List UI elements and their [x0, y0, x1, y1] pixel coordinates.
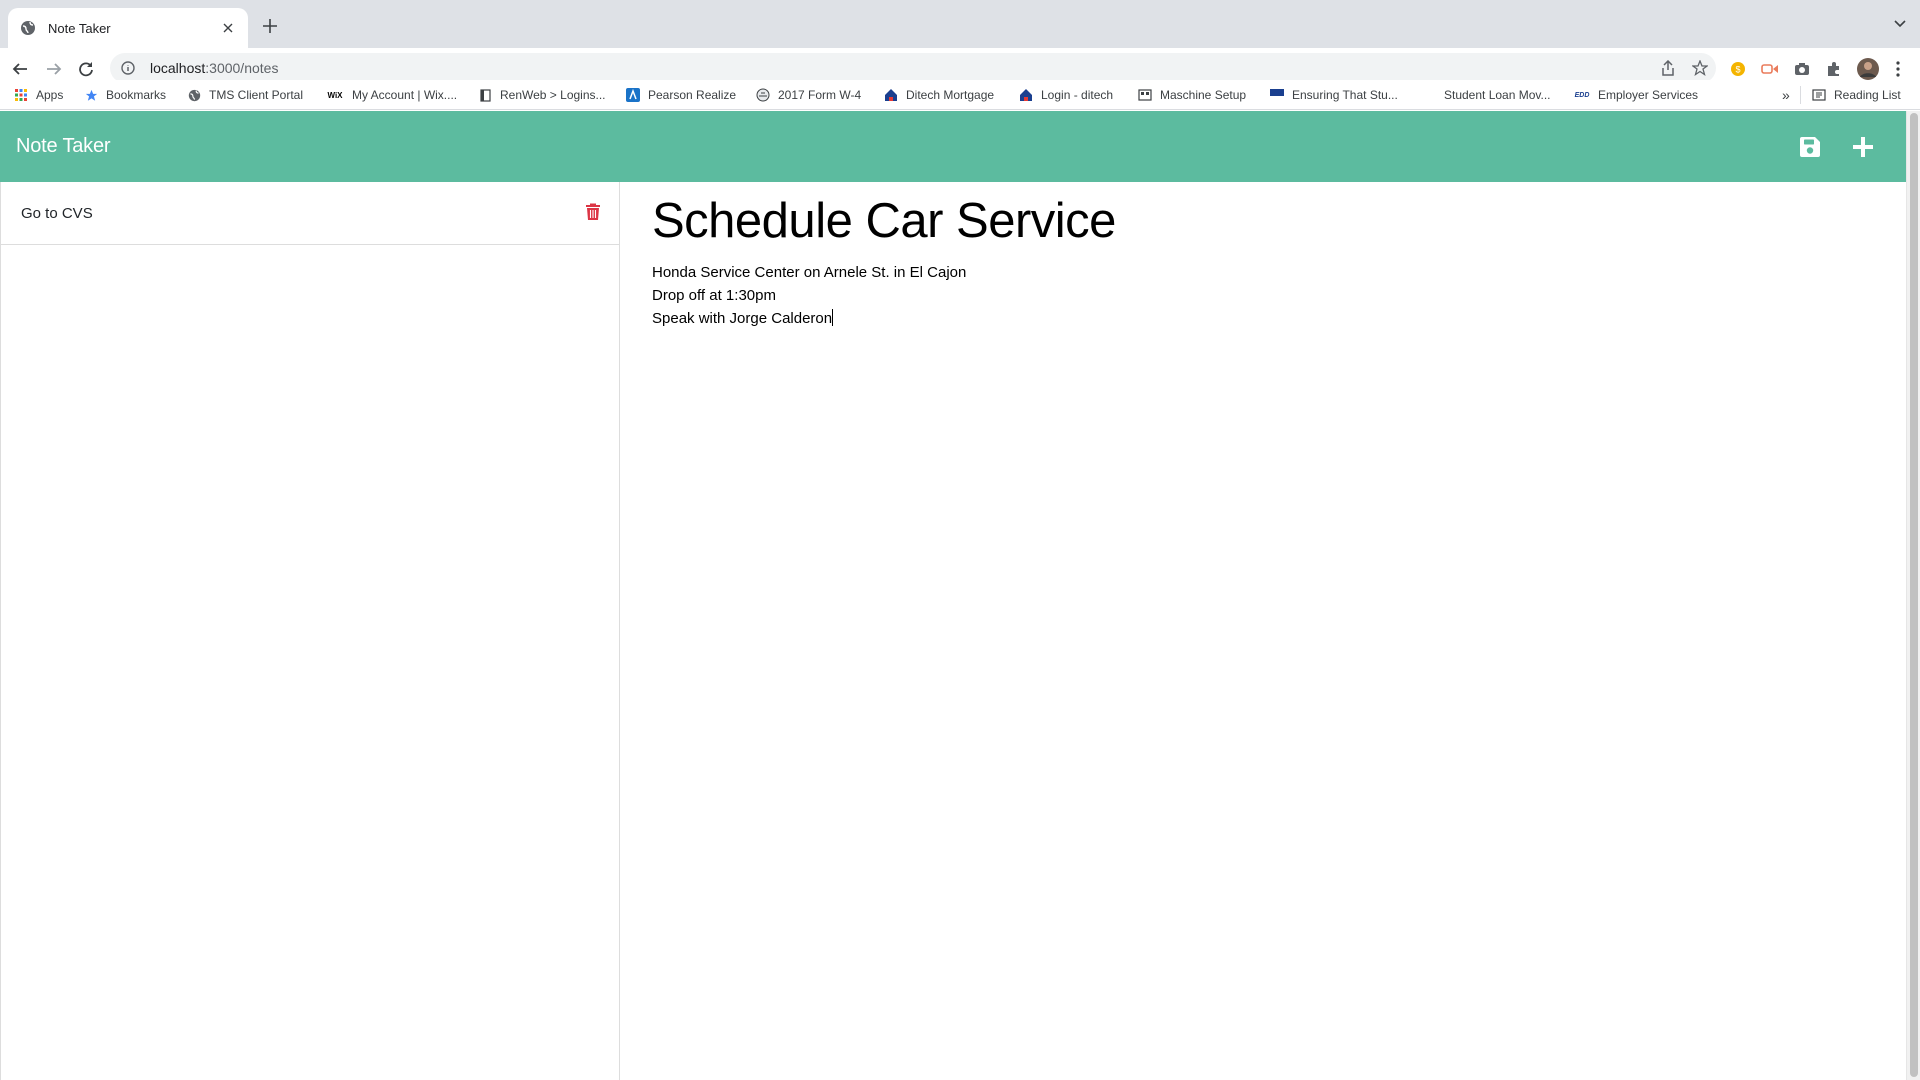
extension-video-icon[interactable] — [1760, 59, 1780, 79]
share-icon[interactable] — [1658, 58, 1678, 78]
star-icon — [84, 88, 98, 102]
camera-icon[interactable] — [1792, 59, 1812, 79]
bookmark-label: Student Loan Mov... — [1444, 88, 1551, 102]
close-tab-icon[interactable] — [218, 18, 238, 38]
note-textarea[interactable]: Honda Service Center on Arnele St. in El… — [652, 261, 1852, 330]
tab-title: Note Taker — [48, 20, 111, 36]
trash-icon — [585, 202, 601, 221]
bookmark-label: Bookmarks — [106, 88, 167, 102]
bookmark-bookmarks[interactable]: Bookmarks — [84, 86, 166, 104]
reload-icon[interactable] — [74, 57, 98, 81]
new-tab-icon[interactable] — [258, 14, 282, 38]
browser-tab[interactable]: Note Taker — [8, 8, 248, 48]
bookmark-label: Maschine Setup — [1160, 88, 1247, 102]
bookmark-renweb[interactable]: RenWeb > Logins... — [478, 86, 606, 104]
forward-arrow-icon[interactable] — [42, 57, 66, 81]
url-text: localhost:3000/notes — [150, 60, 278, 76]
bookmark-label: Apps — [36, 88, 64, 102]
bookmark-label: 2017 Form W-4 — [778, 88, 862, 102]
bookmark-pearson-realize[interactable]: Pearson Realize — [626, 86, 736, 104]
app-title[interactable]: Note Taker — [16, 135, 111, 158]
reading-list-icon — [1812, 88, 1826, 102]
bookmark-ensuring[interactable]: Ensuring That Stu... — [1270, 86, 1398, 104]
page-scrollbar[interactable] — [1906, 111, 1920, 1080]
bookmark-apps[interactable]: Apps — [14, 86, 63, 104]
bookmark-label: Ditech Mortgage — [906, 88, 995, 102]
apps-grid-icon — [14, 88, 28, 102]
bookmark-label: My Account | Wix.... — [352, 88, 458, 102]
browser-menu-icon[interactable] — [1888, 59, 1908, 79]
extensions-puzzle-icon[interactable] — [1824, 59, 1844, 79]
bookmark-student-loan[interactable]: Student Loan Mov... — [1422, 86, 1551, 104]
bookmark-maschine-setup[interactable]: Maschine Setup — [1138, 86, 1246, 104]
save-icon — [1799, 136, 1821, 158]
reading-list-label: Reading List — [1834, 88, 1901, 102]
bookmark-employer-services[interactable]: EDD Employer Services — [1574, 86, 1698, 104]
bookmark-star-icon[interactable] — [1690, 58, 1710, 78]
bookmarks-divider — [1800, 86, 1801, 104]
note-text-line: Honda Service Center on Arnele St. in El… — [652, 264, 967, 281]
flag-icon — [1270, 88, 1284, 102]
blank-icon — [1422, 88, 1436, 102]
url-host: localhost — [150, 60, 206, 76]
svg-text:$: $ — [1735, 65, 1740, 75]
note-list-item[interactable]: Go to CVS — [1, 182, 620, 245]
delete-note-button[interactable] — [584, 201, 602, 221]
bookmark-label: RenWeb > Logins... — [500, 88, 606, 102]
device-icon — [1138, 88, 1152, 102]
plus-icon — [1852, 136, 1874, 158]
reading-list-button[interactable]: Reading List — [1812, 86, 1901, 104]
wix-icon: WiX — [327, 90, 343, 100]
site-info-icon[interactable] — [120, 60, 136, 76]
globe-icon — [20, 20, 36, 36]
bookmark-wix[interactable]: WiX My Account | Wix.... — [326, 86, 457, 104]
bookmark-label: Ensuring That Stu... — [1292, 88, 1398, 102]
note-text-line: Drop off at 1:30pm — [652, 287, 776, 304]
app-navbar: Note Taker — [0, 111, 1906, 182]
profile-avatar[interactable] — [1856, 57, 1880, 81]
pearson-icon — [626, 88, 640, 102]
irs-icon — [756, 88, 770, 102]
tab-strip: Note Taker — [0, 0, 1920, 48]
bookmark-label: Login - ditech — [1041, 88, 1114, 102]
globe-icon — [187, 88, 201, 102]
bookmark-label: Employer Services — [1598, 88, 1699, 102]
bookmark-ditech-mortgage[interactable]: Ditech Mortgage — [884, 86, 994, 104]
bookmark-login-ditech[interactable]: Login - ditech — [1019, 86, 1113, 104]
bookmark-tms-client-portal[interactable]: TMS Client Portal — [187, 86, 303, 104]
new-note-button[interactable] — [1848, 132, 1878, 162]
save-note-button[interactable] — [1795, 132, 1825, 162]
note-text-line: Speak with Jorge Calderon — [652, 307, 1852, 330]
url-path: :3000/notes — [205, 60, 279, 76]
edd-icon: EDD — [1574, 91, 1590, 99]
extension-coin-icon[interactable]: $ — [1728, 59, 1748, 79]
note-title-input[interactable] — [652, 190, 1852, 252]
text-caret — [832, 309, 834, 326]
note-list-item-title: Go to CVS — [21, 204, 93, 222]
tab-search-chevron-icon[interactable] — [1890, 14, 1910, 34]
bookmark-form-w4[interactable]: 2017 Form W-4 — [756, 86, 861, 104]
note-list: Go to CVS — [0, 182, 620, 1080]
house-icon — [1019, 88, 1033, 102]
bookmarks-bar: Apps Bookmarks TMS Client Portal WiX My … — [0, 80, 1920, 110]
note-editor: Honda Service Center on Arnele St. in El… — [620, 182, 1906, 1080]
note-text-line-content: Speak with Jorge Calderon — [652, 310, 833, 327]
back-arrow-icon[interactable] — [8, 57, 32, 81]
scrollbar-thumb[interactable] — [1910, 113, 1918, 1077]
bookmark-label: TMS Client Portal — [209, 88, 304, 102]
more-bookmarks-button[interactable]: » — [1782, 86, 1790, 104]
house-icon — [884, 88, 898, 102]
bookmark-label: Pearson Realize — [648, 88, 737, 102]
address-bar[interactable]: localhost:3000/notes — [110, 53, 1716, 83]
page-icon — [478, 88, 492, 102]
